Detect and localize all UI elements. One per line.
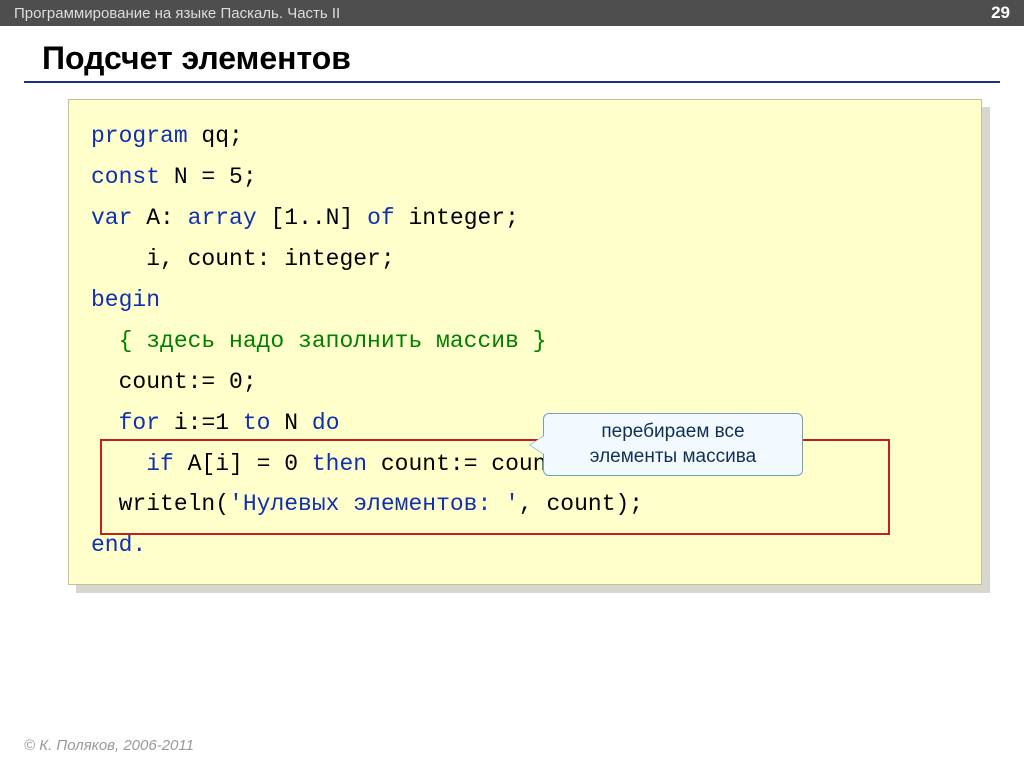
- title-rule: [24, 81, 1000, 83]
- code-text: qq;: [188, 123, 243, 149]
- breadcrumb: Программирование на языке Паскаль. Часть…: [14, 5, 340, 22]
- callout: перебираем все элементы массива: [543, 413, 803, 476]
- footer: © К. Поляков, 2006-2011: [20, 737, 194, 754]
- code-text: i, count: integer;: [91, 246, 395, 272]
- code-text: [91, 410, 119, 436]
- code-text: integer;: [395, 205, 519, 231]
- kw-const: const: [91, 164, 160, 190]
- code-text: N = 5;: [160, 164, 257, 190]
- kw-program: program: [91, 123, 188, 149]
- kw-var: var: [91, 205, 132, 231]
- kw-begin: begin: [91, 287, 160, 313]
- code-comment: { здесь надо заполнить массив }: [91, 328, 546, 354]
- kw-for: for: [119, 410, 160, 436]
- code-text: [1..N]: [257, 205, 367, 231]
- code-text: A:: [132, 205, 187, 231]
- kw-array: array: [188, 205, 257, 231]
- callout-line1: перебираем все: [566, 420, 780, 445]
- code-wrap: program qq; const N = 5; var A: array [1…: [68, 99, 982, 585]
- code-text: count:= 0;: [91, 369, 257, 395]
- kw-do: do: [312, 410, 340, 436]
- callout-line2: элементы массива: [566, 445, 780, 470]
- kw-to: to: [243, 410, 271, 436]
- page-number: 29: [991, 3, 1010, 23]
- copyright-text: © К. Поляков, 2006-2011: [24, 737, 194, 754]
- topbar: Программирование на языке Паскаль. Часть…: [0, 0, 1024, 26]
- kw-end: end.: [91, 532, 146, 558]
- slide-title: Подсчет элементов: [42, 40, 1024, 77]
- code-text: N: [270, 410, 311, 436]
- code-text: i:=1: [160, 410, 243, 436]
- kw-of: of: [367, 205, 395, 231]
